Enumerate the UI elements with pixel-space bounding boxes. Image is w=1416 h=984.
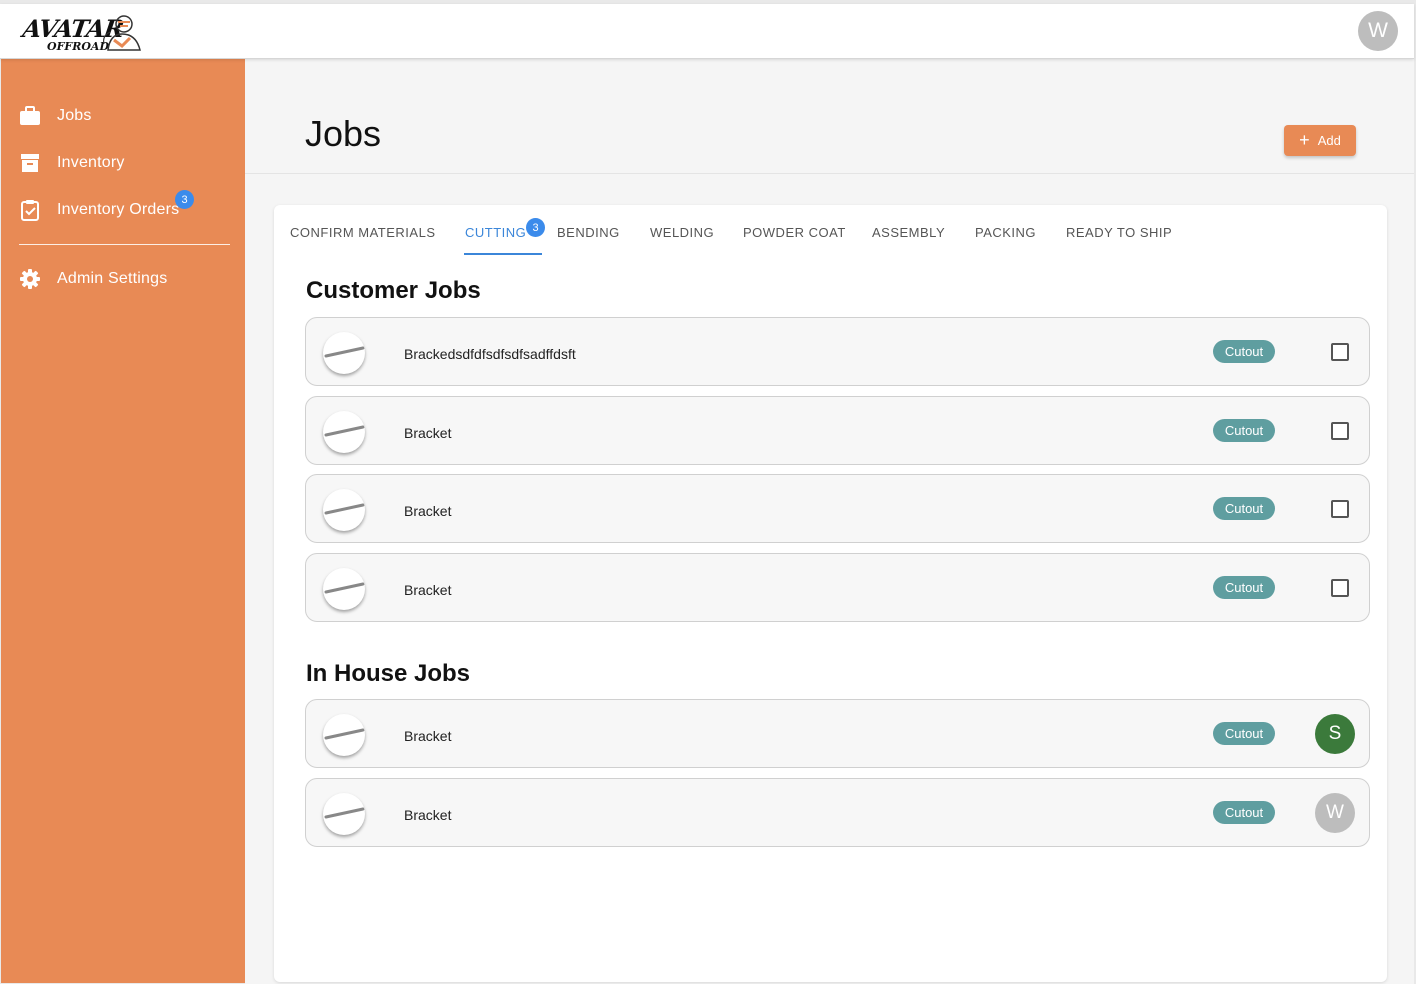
archive-box-icon	[19, 152, 41, 174]
user-avatar[interactable]: W	[1358, 11, 1398, 51]
inventory-orders-badge: 3	[175, 190, 194, 209]
tab-powder-coat[interactable]: POWDER COAT	[743, 225, 846, 255]
part-thumbnail	[323, 568, 365, 610]
sidebar-item-label: Admin Settings	[57, 270, 168, 287]
job-name: Bracket	[404, 425, 452, 441]
status-chip: Cutout	[1213, 576, 1275, 599]
status-chip: Cutout	[1213, 497, 1275, 520]
job-name: Brackedsdfdfsdfsdfsadffdsft	[404, 346, 576, 362]
job-name: Bracket	[404, 503, 452, 519]
part-thumbnail	[323, 714, 365, 756]
cutting-tab-badge: 3	[526, 218, 545, 237]
customer-jobs-title: Customer Jobs	[306, 277, 481, 304]
sidebar: Jobs Inventory Inventory Orders 3 Admin …	[1, 59, 245, 983]
sidebar-item-label: Inventory	[57, 154, 125, 171]
job-checkbox[interactable]	[1331, 343, 1349, 361]
tab-ready-to-ship[interactable]: READY TO SHIP	[1066, 225, 1172, 255]
tab-cutting[interactable]: CUTTING	[465, 225, 526, 255]
tab-assembly[interactable]: ASSEMBLY	[872, 225, 945, 255]
in-house-jobs-title: In House Jobs	[306, 660, 471, 687]
job-row[interactable]: Bracket Cutout	[305, 553, 1370, 622]
add-button[interactable]: + Add	[1284, 125, 1356, 156]
main-content: Jobs + Add CONFIRM MATERIALS CUTTING 3 B…	[245, 59, 1414, 984]
job-checkbox[interactable]	[1331, 579, 1349, 597]
job-row[interactable]: Bracket Cutout S	[305, 699, 1370, 768]
part-thumbnail	[323, 793, 365, 835]
sidebar-item-inventory-orders[interactable]: Inventory Orders	[1, 190, 245, 230]
stage-tabs: CONFIRM MATERIALS CUTTING 3 BENDING WELD…	[274, 205, 1387, 261]
status-chip: Cutout	[1213, 340, 1275, 363]
jobs-card: CONFIRM MATERIALS CUTTING 3 BENDING WELD…	[274, 205, 1387, 982]
job-row[interactable]: Bracket Cutout	[305, 474, 1370, 543]
job-name: Bracket	[404, 728, 452, 744]
status-chip: Cutout	[1213, 722, 1275, 745]
tab-bending[interactable]: BENDING	[557, 225, 620, 255]
sidebar-item-jobs[interactable]: Jobs	[1, 96, 245, 136]
job-row[interactable]: Bracket Cutout W	[305, 778, 1370, 847]
part-thumbnail	[323, 332, 365, 374]
avatar-offroad-logo[interactable]: AVATAR OFFROAD	[20, 10, 146, 56]
logo-mascot-icon	[103, 15, 141, 51]
assignee-avatar[interactable]: S	[1315, 714, 1355, 754]
clipboard-check-icon	[19, 199, 41, 221]
assignee-avatar[interactable]: W	[1315, 793, 1355, 833]
page-header: Jobs + Add	[245, 59, 1414, 174]
tab-welding[interactable]: WELDING	[650, 225, 714, 255]
sidebar-item-label: Jobs	[57, 107, 92, 124]
tab-packing[interactable]: PACKING	[975, 225, 1036, 255]
active-tab-indicator	[464, 253, 542, 255]
job-name: Bracket	[404, 582, 452, 598]
part-thumbnail	[323, 489, 365, 531]
page-title: Jobs	[305, 113, 382, 154]
sidebar-divider	[19, 244, 230, 245]
briefcase-icon	[19, 105, 41, 127]
gear-icon	[19, 268, 41, 290]
job-checkbox[interactable]	[1331, 500, 1349, 518]
sidebar-item-label: Inventory Orders	[57, 201, 180, 218]
sidebar-item-admin-settings[interactable]: Admin Settings	[1, 259, 245, 299]
plus-icon: +	[1299, 129, 1310, 150]
sidebar-item-inventory[interactable]: Inventory	[1, 143, 245, 183]
add-button-label: Add	[1317, 133, 1341, 148]
job-row[interactable]: Brackedsdfdfsdfsdfsadffdsft Cutout	[305, 317, 1370, 386]
app-bar: AVATAR OFFROAD W	[0, 4, 1414, 59]
tab-confirm-materials[interactable]: CONFIRM MATERIALS	[290, 225, 436, 255]
job-row[interactable]: Bracket Cutout	[305, 396, 1370, 465]
part-thumbnail	[323, 411, 365, 453]
status-chip: Cutout	[1213, 419, 1275, 442]
status-chip: Cutout	[1213, 801, 1275, 824]
job-checkbox[interactable]	[1331, 422, 1349, 440]
job-name: Bracket	[404, 807, 452, 823]
